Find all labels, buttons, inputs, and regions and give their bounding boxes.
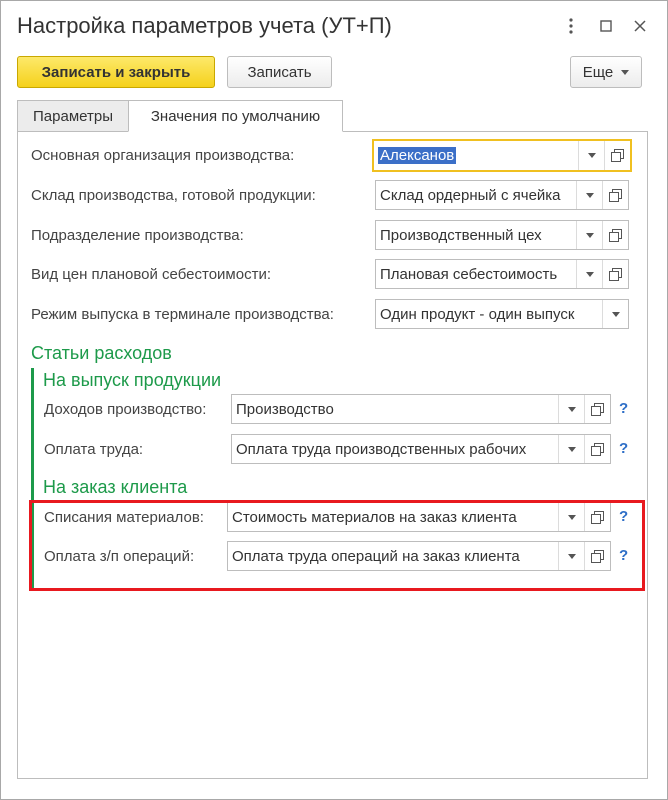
open-form-icon[interactable] (584, 542, 610, 570)
production-income-field[interactable]: Производство (231, 394, 611, 424)
chevron-down-icon (621, 69, 630, 75)
more-button[interactable]: Еще (570, 56, 642, 88)
chevron-down-icon[interactable] (602, 300, 628, 328)
help-icon[interactable]: ? (619, 508, 628, 525)
price-type-value[interactable]: Плановая себестоимость (376, 260, 576, 288)
operations-pay-field[interactable]: Оплата труда операций на заказ клиента (227, 541, 611, 571)
department-field[interactable]: Производственный цех (375, 220, 629, 250)
more-label: Еще (582, 63, 614, 81)
close-icon[interactable] (627, 13, 653, 39)
tab-parameters[interactable]: Параметры (17, 100, 129, 132)
expenses-group-title: Статьи расходов (31, 343, 172, 363)
field-label-release-mode: Режим выпуска в терминале производства: (31, 306, 334, 323)
field-label-department: Подразделение производства: (31, 227, 244, 244)
order-subgroup-title: На заказ клиента (43, 477, 188, 497)
chevron-down-icon[interactable] (558, 542, 584, 570)
department-value[interactable]: Производственный цех (376, 221, 576, 249)
materials-writeoff-field[interactable]: Стоимость материалов на заказ клиента (227, 502, 611, 532)
field-label-materials-writeoff: Списания материалов: (44, 509, 204, 526)
chevron-down-icon[interactable] (558, 503, 584, 531)
warehouse-value[interactable]: Склад ордерный с ячейка (376, 181, 576, 209)
open-form-icon[interactable] (602, 221, 628, 249)
maximize-icon[interactable] (593, 13, 619, 39)
field-label-organization: Основная организация производства: (31, 147, 295, 164)
labor-payment-field[interactable]: Оплата труда производственных рабочих (231, 434, 611, 464)
warehouse-field[interactable]: Склад ордерный с ячейка (375, 180, 629, 210)
chevron-down-icon[interactable] (558, 435, 584, 463)
labor-payment-value[interactable]: Оплата труда производственных рабочих (232, 435, 558, 463)
field-label-labor-payment: Оплата труда: (44, 441, 144, 458)
tab-default-values[interactable]: Значения по умолчанию (128, 100, 343, 132)
price-type-field[interactable]: Плановая себестоимость (375, 259, 629, 289)
open-form-icon[interactable] (584, 395, 610, 423)
field-label-production-income: Доходов производство: (44, 401, 207, 418)
help-icon[interactable]: ? (619, 547, 628, 564)
chevron-down-icon[interactable] (576, 260, 602, 288)
settings-window: Настройка параметров учета (УТ+П) Записа… (0, 0, 668, 800)
production-income-value[interactable]: Производство (232, 395, 558, 423)
more-options-icon[interactable] (558, 13, 584, 39)
chevron-down-icon[interactable] (576, 221, 602, 249)
chevron-down-icon[interactable] (576, 181, 602, 209)
open-form-icon[interactable] (602, 260, 628, 288)
open-form-icon[interactable] (604, 141, 630, 170)
save-and-close-button[interactable]: Записать и закрыть (17, 56, 215, 88)
expenses-group-line (31, 368, 34, 588)
field-label-warehouse: Склад производства, готовой продукции: (31, 187, 316, 204)
save-button[interactable]: Записать (227, 56, 332, 88)
operations-pay-value[interactable]: Оплата труда операций на заказ клиента (228, 542, 558, 570)
release-mode-field[interactable]: Один продукт - один выпуск (375, 299, 629, 329)
open-form-icon[interactable] (584, 503, 610, 531)
organization-field[interactable]: Алексанов (372, 139, 632, 172)
open-form-icon[interactable] (584, 435, 610, 463)
chevron-down-icon[interactable] (578, 141, 604, 170)
release-mode-value[interactable]: Один продукт - один выпуск (376, 300, 602, 328)
field-label-operations-pay: Оплата з/п операций: (44, 548, 195, 565)
organization-value[interactable]: Алексанов (374, 141, 578, 170)
release-subgroup-title: На выпуск продукции (43, 370, 222, 390)
window-title: Настройка параметров учета (УТ+П) (17, 13, 392, 38)
field-label-price-type: Вид цен плановой себестоимости: (31, 266, 271, 283)
materials-writeoff-value[interactable]: Стоимость материалов на заказ клиента (228, 503, 558, 531)
help-icon[interactable]: ? (619, 400, 628, 417)
help-icon[interactable]: ? (619, 440, 628, 457)
open-form-icon[interactable] (602, 181, 628, 209)
chevron-down-icon[interactable] (558, 395, 584, 423)
